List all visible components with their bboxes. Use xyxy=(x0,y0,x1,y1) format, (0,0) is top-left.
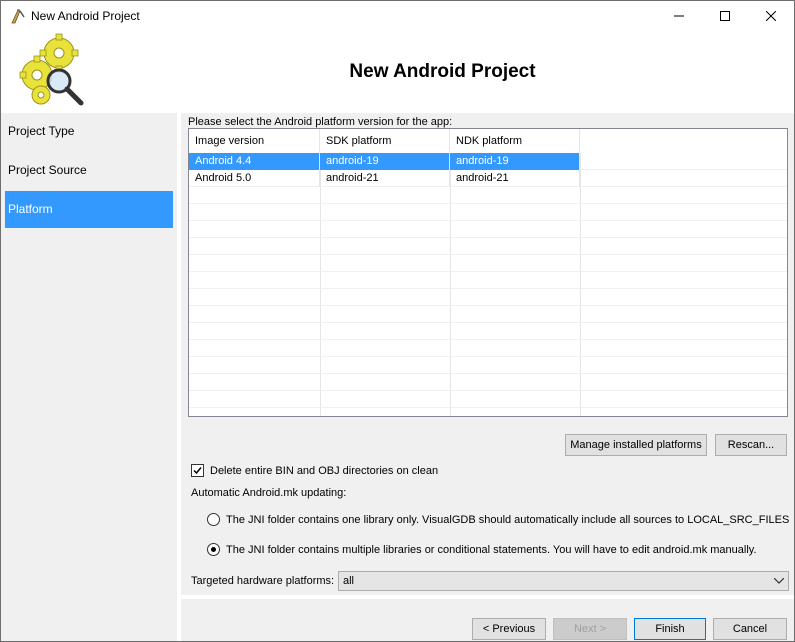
empty-row xyxy=(189,272,787,289)
radio-one-library-label: The JNI folder contains one library only… xyxy=(226,514,790,526)
radio-multiple-libraries[interactable] xyxy=(207,543,220,556)
sidebar-item-platform[interactable]: Platform xyxy=(5,191,173,228)
empty-row xyxy=(189,238,787,255)
platform-prompt: Please select the Android platform versi… xyxy=(188,116,453,128)
window-title: New Android Project xyxy=(31,9,140,23)
empty-row xyxy=(189,187,787,204)
page-title: New Android Project xyxy=(349,61,536,82)
empty-row xyxy=(189,255,787,272)
empty-row xyxy=(189,374,787,391)
sidebar-item-project-type[interactable]: Project Type xyxy=(5,113,173,150)
targeted-platforms-value: all xyxy=(343,575,355,587)
delete-dirs-label: Delete entire BIN and OBJ directories on… xyxy=(210,465,439,477)
pencil-compass-icon xyxy=(9,7,27,25)
column-header-image-version[interactable]: Image version xyxy=(189,129,320,153)
manage-platforms-button[interactable]: Manage installed platforms xyxy=(565,434,707,456)
mk-updating-label: Automatic Android.mk updating: xyxy=(191,487,347,499)
empty-row xyxy=(189,340,787,357)
close-icon xyxy=(766,11,776,21)
empty-row xyxy=(189,408,787,416)
cell-sdk-platform: android-19 xyxy=(320,153,450,170)
close-button[interactable] xyxy=(748,1,794,31)
platform-list-header: Image version SDK platform NDK platform xyxy=(189,129,787,153)
cell-image-version: Android 4.4 xyxy=(189,153,320,170)
targeted-platforms-label: Targeted hardware platforms: xyxy=(191,575,335,587)
empty-row xyxy=(189,221,787,238)
cell-image-version: Android 5.0 xyxy=(189,170,320,187)
empty-row xyxy=(189,323,787,340)
cell-ndk-platform: android-21 xyxy=(450,170,580,187)
empty-row xyxy=(189,357,787,374)
table-row[interactable]: Android 5.0 android-21 android-21 xyxy=(189,170,787,187)
platform-page: Please select the Android platform versi… xyxy=(181,113,794,595)
title-bar: New Android Project xyxy=(1,1,794,31)
column-header-sdk-platform[interactable]: SDK platform xyxy=(320,129,450,153)
wizard-header: New Android Project xyxy=(1,31,794,113)
empty-row xyxy=(189,204,787,221)
platform-list[interactable]: Image version SDK platform NDK platform … xyxy=(188,128,788,417)
rescan-button[interactable]: Rescan... xyxy=(715,434,787,456)
checkmark-icon xyxy=(193,467,202,475)
wizard-steps-sidebar: Project Type Project Source Platform xyxy=(1,113,177,641)
maximize-button[interactable] xyxy=(702,1,748,31)
minimize-icon xyxy=(674,15,684,17)
cancel-button[interactable]: Cancel xyxy=(713,618,787,640)
table-row[interactable]: Android 4.4 android-19 android-19 xyxy=(189,153,787,170)
sidebar-item-project-source[interactable]: Project Source xyxy=(5,152,173,189)
empty-row xyxy=(189,391,787,408)
empty-row xyxy=(189,306,787,323)
new-android-project-window: New Android Project New Android Project … xyxy=(0,0,795,642)
cell-sdk-platform: android-21 xyxy=(320,170,450,187)
minimize-button[interactable] xyxy=(656,1,702,31)
radio-multiple-libraries-label: The JNI folder contains multiple librari… xyxy=(226,544,757,556)
finish-button[interactable]: Finish xyxy=(634,618,706,640)
column-header-ndk-platform[interactable]: NDK platform xyxy=(450,129,580,153)
maximize-icon xyxy=(720,11,730,21)
previous-button[interactable]: < Previous xyxy=(472,618,546,640)
wizard-footer: < Previous Next > Finish Cancel xyxy=(181,599,794,641)
radio-one-library[interactable] xyxy=(207,513,220,526)
delete-dirs-checkbox[interactable] xyxy=(191,464,204,477)
targeted-platforms-select[interactable]: all xyxy=(338,571,789,591)
next-button[interactable]: Next > xyxy=(553,618,627,640)
cell-ndk-platform: android-19 xyxy=(450,153,580,170)
chevron-down-icon xyxy=(774,578,784,584)
empty-row xyxy=(189,289,787,306)
